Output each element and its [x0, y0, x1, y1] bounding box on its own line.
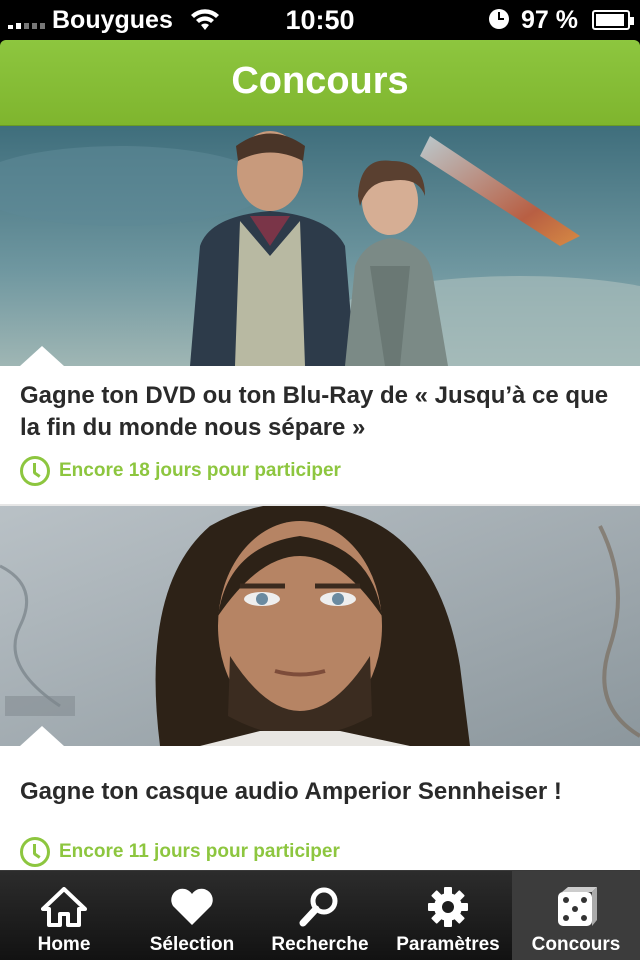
page-title: Concours [231, 60, 409, 102]
contest-card[interactable]: Gagne ton DVD ou ton Blu-Ray de « Jusqu’… [0, 126, 640, 504]
tab-label: Recherche [271, 934, 369, 955]
tab-label: Concours [531, 934, 621, 955]
contest-image [0, 506, 640, 746]
deadline-text: Encore 18 jours pour participer [59, 460, 341, 481]
home-icon [0, 885, 128, 929]
contest-card[interactable]: Gagne ton casque audio Amperior Sennheis… [0, 506, 640, 870]
nav-header: Concours [0, 40, 640, 126]
search-icon [256, 885, 384, 929]
card-notch [20, 346, 64, 366]
tab-home[interactable]: Home [0, 871, 128, 960]
gear-icon [384, 885, 512, 929]
tab-selection[interactable]: Sélection [128, 871, 256, 960]
battery-percent: 97 % [521, 6, 578, 34]
dice-icon [512, 885, 640, 929]
alarm-clock-icon [489, 9, 509, 29]
tab-concours[interactable]: Concours [512, 871, 640, 960]
clock-icon [20, 837, 50, 867]
contest-image [0, 126, 640, 366]
contest-title[interactable]: Gagne ton casque audio Amperior Sennheis… [20, 776, 620, 808]
contest-deadline: Encore 11 jours pour participer [20, 837, 340, 867]
battery-icon [592, 10, 634, 30]
contest-deadline: Encore 18 jours pour participer [20, 456, 341, 486]
tab-search[interactable]: Recherche [256, 871, 384, 960]
tab-bar: Home Sélection Recherche Paramètres Conc… [0, 870, 640, 960]
status-bar: Bouygues 10:50 97 % [0, 0, 640, 40]
tab-label: Sélection [149, 934, 235, 955]
tab-label: Paramètres [396, 934, 500, 955]
clock-icon [20, 456, 50, 486]
contest-title[interactable]: Gagne ton DVD ou ton Blu-Ray de « Jusqu’… [20, 380, 620, 444]
tab-settings[interactable]: Paramètres [384, 871, 512, 960]
contest-list[interactable]: Gagne ton DVD ou ton Blu-Ray de « Jusqu’… [0, 126, 640, 870]
heart-icon [128, 885, 256, 929]
tab-label: Home [37, 934, 91, 955]
deadline-text: Encore 11 jours pour participer [59, 841, 340, 862]
card-notch [20, 726, 64, 746]
